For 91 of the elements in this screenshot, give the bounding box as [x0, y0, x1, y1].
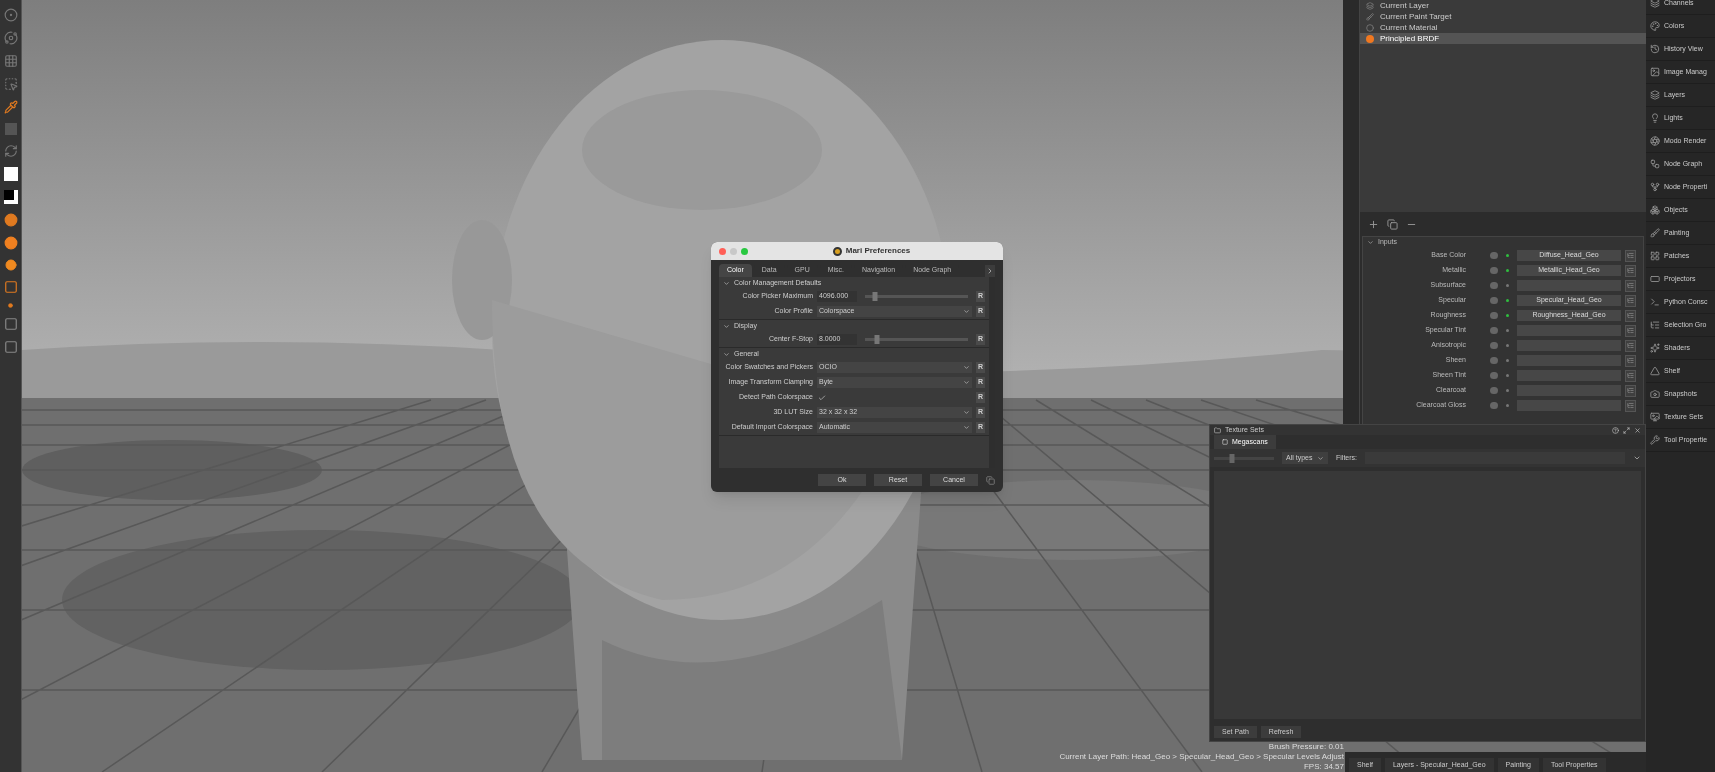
list-icon	[1627, 372, 1634, 379]
triangle-icon	[1650, 366, 1660, 376]
scroll-right-button[interactable]	[985, 265, 995, 277]
slider-thumb[interactable]	[1229, 453, 1235, 463]
checkbox[interactable]	[817, 393, 826, 402]
link-button[interactable]	[1625, 339, 1636, 352]
add-icon[interactable]	[1368, 218, 1379, 230]
sphere-icon	[1366, 23, 1374, 32]
caret-icon	[986, 267, 994, 275]
status-text: Brush Pressure: 0.01	[1268, 742, 1344, 752]
list-icon	[1627, 312, 1634, 319]
link-button[interactable]	[1625, 354, 1636, 367]
link-button[interactable]	[1625, 399, 1636, 412]
image-icon	[1650, 67, 1660, 77]
link-button[interactable]	[1625, 279, 1636, 292]
list-icon	[1627, 342, 1634, 349]
dot-icon[interactable]	[8, 303, 13, 308]
caret-icon	[963, 424, 970, 431]
section-caret-icon[interactable]	[723, 350, 730, 358]
selection-icon[interactable]	[3, 77, 18, 91]
section-caret-icon[interactable]	[723, 322, 730, 330]
refresh-icon[interactable]	[3, 144, 18, 158]
list-icon	[1627, 402, 1634, 409]
link-button[interactable]	[1625, 294, 1636, 307]
link-button[interactable]	[1625, 324, 1636, 337]
slider-thumb[interactable]	[874, 335, 880, 344]
palette-icon	[1650, 21, 1660, 31]
node-list-item[interactable]: Current Paint Target	[1360, 11, 1646, 22]
terminal-icon	[1650, 297, 1660, 307]
node-list-item[interactable]: Principled BRDF	[1360, 33, 1646, 44]
list-icon	[1627, 327, 1634, 334]
grid-icon[interactable]	[3, 54, 18, 68]
close-button[interactable]	[719, 247, 726, 255]
frame-icon[interactable]	[3, 340, 18, 354]
history-icon	[1650, 44, 1660, 54]
layers-icon	[1650, 90, 1660, 100]
list-icon	[1627, 387, 1634, 394]
aperture-icon	[1650, 136, 1660, 146]
list-icon	[1627, 357, 1634, 364]
link-button[interactable]	[1625, 384, 1636, 397]
caret-icon	[963, 364, 970, 371]
sparkles-icon	[1650, 343, 1660, 353]
status-text: FPS: 34.57	[1303, 762, 1344, 772]
list-icon	[1627, 297, 1634, 304]
sphere-icon[interactable]	[4, 259, 17, 271]
swatch-icon[interactable]	[3, 167, 18, 181]
section-caret-icon[interactable]	[723, 279, 730, 287]
boxes-icon	[1650, 205, 1660, 215]
wrench-icon	[1650, 435, 1660, 445]
pipette-icon[interactable]	[3, 100, 18, 114]
swatch-icon[interactable]	[3, 190, 18, 204]
slider-thumb[interactable]	[872, 292, 878, 301]
camera-icon	[1650, 389, 1660, 399]
bulb-icon	[1650, 113, 1660, 123]
layers-icon	[1366, 1, 1374, 10]
link-button[interactable]	[1625, 264, 1636, 277]
rectangle-icon	[1650, 274, 1660, 284]
graph-icon	[1650, 159, 1660, 169]
wallpaper-icon	[1650, 412, 1660, 422]
app-icon	[832, 246, 842, 256]
caret-icon	[963, 409, 970, 416]
check-icon	[817, 393, 826, 402]
help-icon[interactable]	[1612, 426, 1619, 434]
fork-icon	[1650, 182, 1660, 192]
link-button[interactable]	[1625, 309, 1636, 322]
window-title: Mari Preferences	[845, 245, 911, 257]
caret-icon	[1317, 454, 1324, 462]
swatch-icon[interactable]	[4, 123, 17, 135]
link-button[interactable]	[1625, 369, 1636, 382]
list-icon	[1627, 267, 1634, 274]
close-icon[interactable]	[1634, 426, 1641, 434]
orbit-icon[interactable]	[3, 31, 18, 45]
node-list-item[interactable]: Current Layer	[1360, 0, 1646, 11]
caret-icon	[963, 379, 970, 386]
copy-icon[interactable]	[986, 475, 995, 485]
target-icon[interactable]	[3, 8, 18, 22]
node-list-item[interactable]: Current Material	[1360, 22, 1646, 33]
duplicate-icon[interactable]	[1387, 218, 1398, 230]
zoom-button[interactable]	[741, 247, 748, 255]
frame-icon[interactable]	[3, 317, 18, 331]
maximize-icon[interactable]	[1623, 426, 1630, 434]
grid-icon	[1650, 251, 1660, 261]
status-text: Current Layer Path: Head_Geo > Specular_Head_Geo > Specular Levels Adjust	[1059, 752, 1344, 762]
tree-icon	[1650, 320, 1660, 330]
dropdown-icon[interactable]	[1633, 454, 1641, 462]
link-button[interactable]	[1625, 249, 1636, 262]
list-icon	[1627, 252, 1634, 259]
list-icon	[1627, 282, 1634, 289]
caret-icon	[963, 308, 970, 315]
section-caret-icon[interactable]	[1367, 239, 1374, 246]
tab-icon	[1222, 439, 1228, 445]
